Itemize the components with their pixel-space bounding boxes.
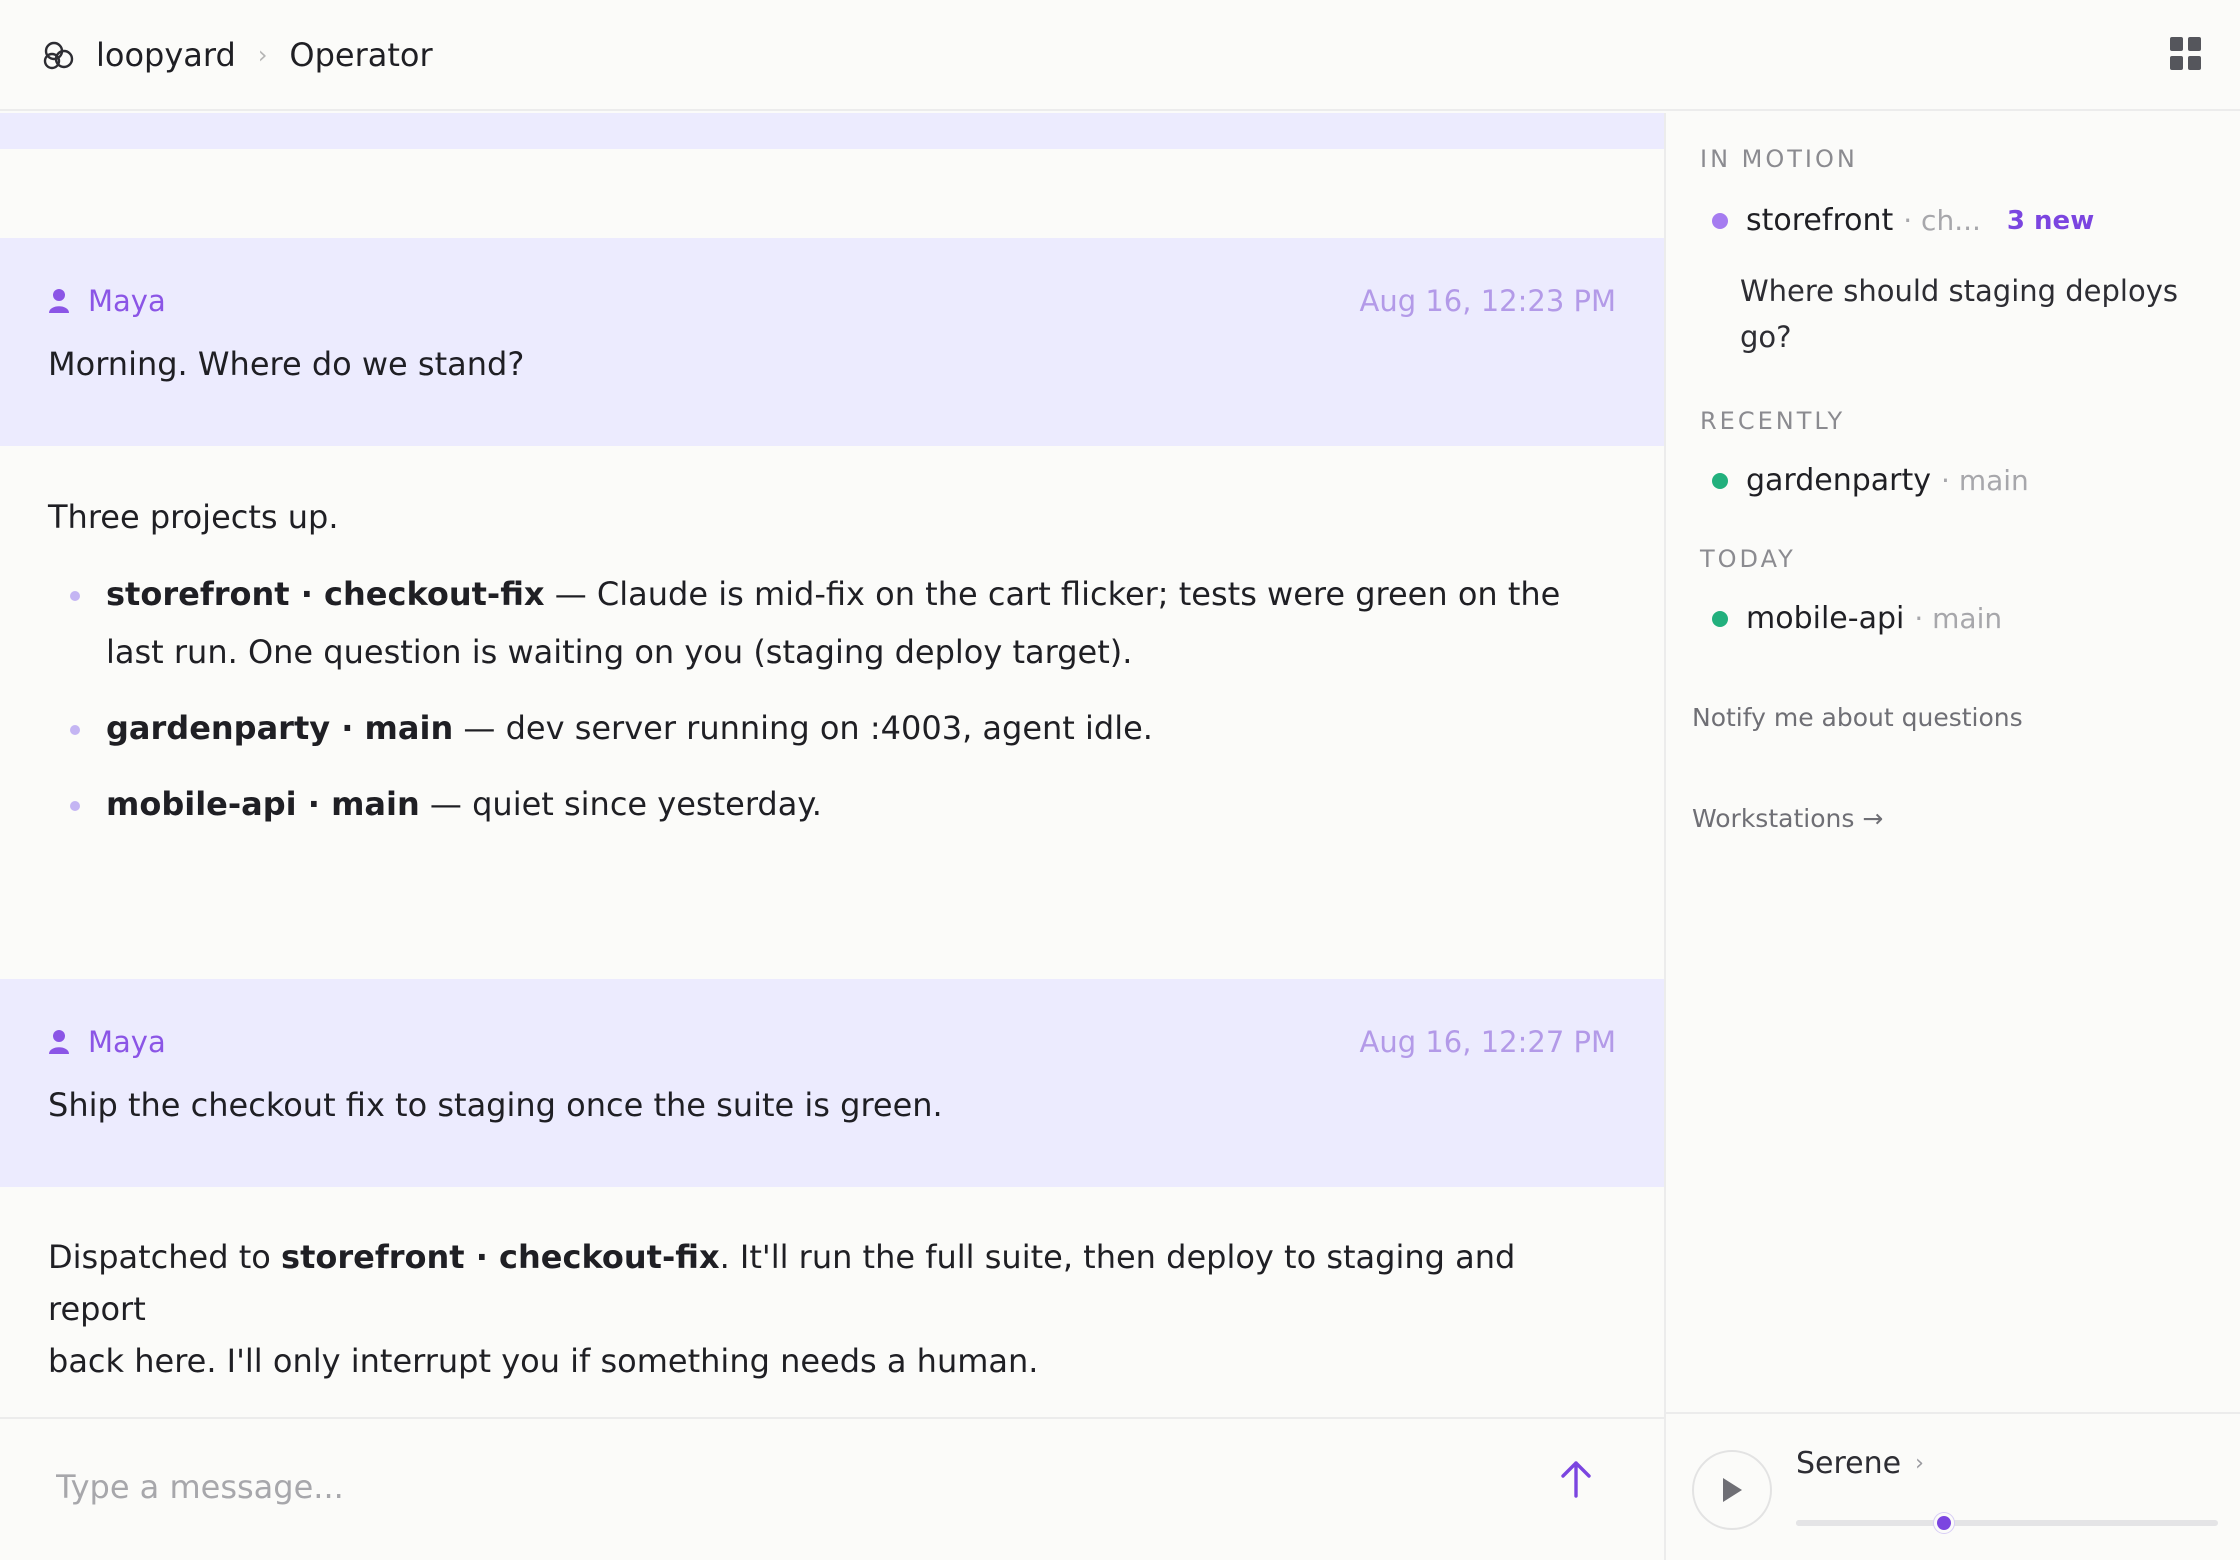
track-name: Serene xyxy=(1796,1446,1902,1481)
activity-sidebar: IN MOTION storefront · ch... 3 new Where… xyxy=(1664,113,2240,1560)
reply-text-part: back here. I'll only interrupt you if so… xyxy=(48,1342,1039,1380)
list-item-text: last run. One question is waiting on you… xyxy=(106,633,1133,671)
track-selector[interactable]: Serene › xyxy=(1796,1446,1924,1481)
status-dot-icon xyxy=(1712,610,1728,627)
message-composer xyxy=(0,1417,1664,1560)
list-item-text: — quiet since yesterday. xyxy=(419,785,822,823)
project-branch: · main xyxy=(1914,602,2003,635)
new-count-badge: 3 new xyxy=(2006,205,2095,236)
user-message: Maya Aug 16, 12:23 PM Morning. Where do … xyxy=(0,238,1664,446)
apps-grid-icon[interactable] xyxy=(2170,37,2201,71)
project-ref: mobile-api · main xyxy=(106,785,420,823)
agent-reply: Three projects up. storefront · checkout… xyxy=(48,491,1568,833)
slider-thumb[interactable] xyxy=(1933,1513,1954,1533)
project-name: mobile-api xyxy=(1746,601,1905,636)
pending-question-link[interactable]: Where should staging deploys go? xyxy=(1740,268,2200,360)
message-author: Maya xyxy=(48,284,166,318)
author-name: Maya xyxy=(88,284,166,318)
play-button[interactable] xyxy=(1692,1450,1772,1530)
person-icon xyxy=(49,1030,69,1054)
notify-questions-link[interactable]: Notify me about questions xyxy=(1692,703,2023,732)
project-item-storefront[interactable]: storefront · ch... 3 new xyxy=(1712,203,2094,238)
project-name: storefront xyxy=(1746,203,1894,238)
project-item-mobile-api[interactable]: mobile-api · main xyxy=(1712,601,2002,636)
user-message: Maya Aug 16, 12:27 PM Ship the checkout … xyxy=(0,979,1664,1187)
status-dot-icon xyxy=(1712,472,1728,489)
reply-text: Dispatched to storefront · checkout-fix.… xyxy=(48,1231,1568,1387)
list-item-text: — dev server running on :4003, agent idl… xyxy=(453,709,1153,747)
message-text: Ship the checkout fix to staging once th… xyxy=(48,1086,943,1124)
project-ref: storefront · checkout-fix xyxy=(106,575,545,613)
slider-fill xyxy=(1796,1520,1944,1526)
message-timestamp: Aug 16, 12:27 PM xyxy=(1359,1025,1616,1059)
list-item-text: — Claude is mid-fix on the cart flicker;… xyxy=(544,575,1561,613)
section-title-recently: RECENTLY xyxy=(1700,407,1846,435)
project-name: gardenparty xyxy=(1746,463,1932,498)
chevron-right-icon: › xyxy=(1915,1451,1924,1476)
top-bar: loopyard › Operator xyxy=(0,0,2240,111)
list-item: mobile-api · main — quiet since yesterda… xyxy=(48,775,1568,833)
ambient-player: Serene › xyxy=(1664,1412,2240,1560)
project-branch: · main xyxy=(1941,464,2029,497)
app-name-link[interactable]: loopyard xyxy=(96,36,236,74)
section-title-in-motion: IN MOTION xyxy=(1700,145,1858,173)
message-timestamp: Aug 16, 12:23 PM xyxy=(1359,284,1616,318)
message-input[interactable] xyxy=(56,1457,1456,1517)
person-icon xyxy=(49,289,69,313)
list-item: storefront · checkout-fix — Claude is mi… xyxy=(48,565,1568,681)
reply-intro: Three projects up. xyxy=(48,498,339,536)
volume-slider[interactable] xyxy=(1796,1513,2218,1533)
message-text: Morning. Where do we stand? xyxy=(48,345,525,383)
previous-message-strip xyxy=(0,113,1664,149)
breadcrumb-chevron-icon: › xyxy=(257,40,268,69)
section-title-today: TODAY xyxy=(1700,545,1796,573)
status-dot-icon xyxy=(1712,212,1728,229)
project-status-list: storefront · checkout-fix — Claude is mi… xyxy=(48,565,1568,833)
project-ref: storefront · checkout-fix xyxy=(281,1238,720,1276)
arrow-up-icon xyxy=(1561,1461,1591,1498)
send-button[interactable] xyxy=(1554,1457,1598,1501)
list-item: gardenparty · main — dev server running … xyxy=(48,699,1568,757)
project-ref: gardenparty · main xyxy=(106,709,454,747)
message-author: Maya xyxy=(48,1025,166,1059)
author-name: Maya xyxy=(88,1025,166,1059)
reply-text-part: Dispatched to xyxy=(48,1238,282,1276)
page-title: Operator xyxy=(289,35,433,74)
agent-reply: Dispatched to storefront · checkout-fix.… xyxy=(48,1231,1568,1387)
loopyard-logo-icon[interactable] xyxy=(42,37,78,73)
project-branch: · ch... xyxy=(1903,204,1981,237)
play-icon xyxy=(1723,1478,1742,1502)
workstations-link[interactable]: Workstations → xyxy=(1692,804,1883,833)
project-item-gardenparty[interactable]: gardenparty · main xyxy=(1712,463,2029,498)
conversation-panel: Maya Aug 16, 12:23 PM Morning. Where do … xyxy=(0,113,1664,1560)
